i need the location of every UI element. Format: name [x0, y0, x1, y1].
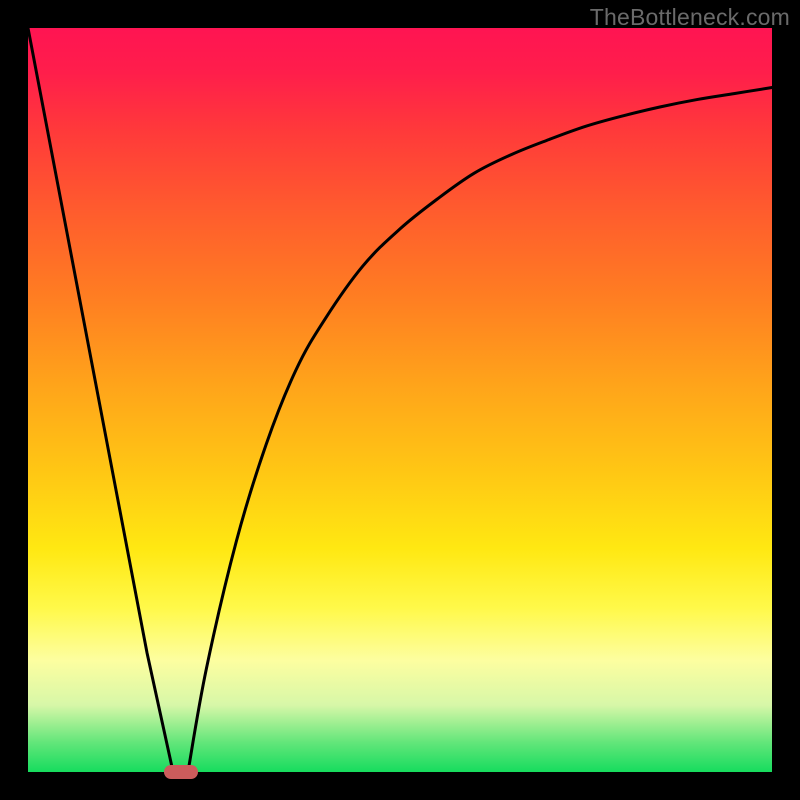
chart-frame: TheBottleneck.com [0, 0, 800, 800]
curve-left-branch [28, 28, 173, 772]
curve-layer [28, 28, 772, 772]
watermark-label: TheBottleneck.com [590, 4, 790, 31]
minimum-marker [164, 765, 198, 779]
plot-area [28, 28, 772, 772]
curve-right-branch [188, 88, 772, 772]
